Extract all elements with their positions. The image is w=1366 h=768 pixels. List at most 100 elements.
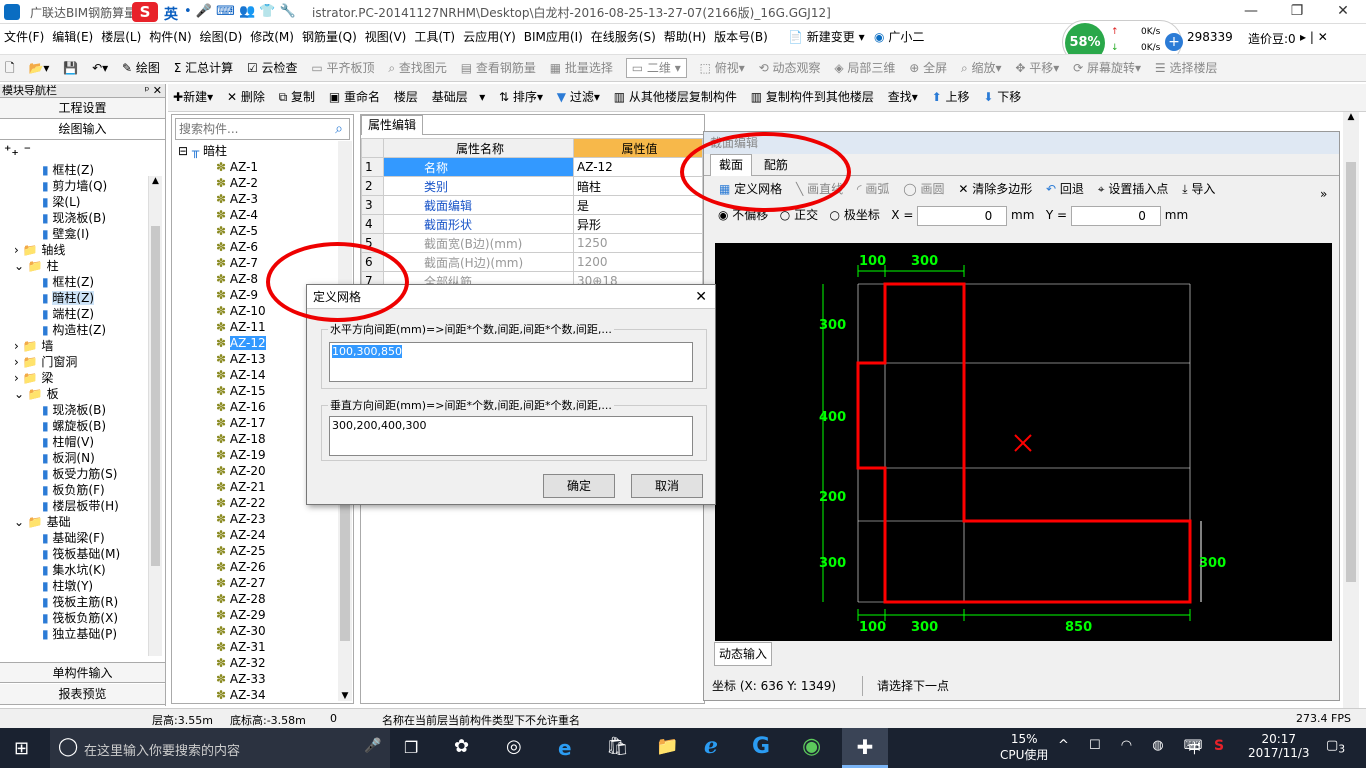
section-canvas[interactable]: 100 300 300 400 200 300 100 300 850 300	[715, 243, 1332, 641]
pinwheel-app-icon[interactable]: ✿	[454, 736, 469, 757]
component-item[interactable]: ✽ AZ-30	[172, 623, 353, 639]
nav-tree-item[interactable]: ▮ 基础梁(F)	[0, 530, 165, 546]
nav-tree-item[interactable]: ▮ 构造柱(Z)	[0, 322, 165, 338]
expand-icon[interactable]: ›	[14, 371, 23, 385]
clear-polygon-button[interactable]: ✕ 清除多边形	[953, 176, 1037, 202]
task-view-icon[interactable]: ❐	[404, 738, 418, 757]
import-button[interactable]: ⤓ 导入	[1177, 176, 1220, 202]
menu-extra-icons[interactable]: ▸ | ✕	[1300, 30, 1328, 44]
y-input[interactable]: 0	[1070, 205, 1161, 226]
batch-select-button[interactable]: ▦ 批量选择	[545, 55, 618, 81]
x-input[interactable]: 0	[917, 205, 1008, 226]
fullscreen-button[interactable]: ⊕ 全屏	[904, 55, 952, 81]
edge-browser-icon[interactable]: e	[558, 736, 572, 760]
property-value[interactable]: 是	[573, 195, 703, 215]
notification-center-icon[interactable]: ▢3	[1326, 738, 1345, 756]
file-explorer-icon[interactable]: 📁	[656, 736, 678, 757]
component-item[interactable]: ✽ AZ-29	[172, 607, 353, 623]
nav-tree-item[interactable]: ▮ 框柱(Z)	[0, 274, 165, 290]
nav-tree-item[interactable]: ▮ 梁(L)	[0, 194, 165, 210]
filter-button[interactable]: ▼ 过滤▾	[552, 84, 605, 110]
main-scroll-up-icon[interactable]: ▲	[1343, 112, 1359, 122]
copy-component-button[interactable]: ⧉ 复制	[274, 84, 320, 110]
component-item[interactable]: ✽ AZ-26	[172, 559, 353, 575]
nav-tree-item[interactable]: › 📁 轴线	[0, 242, 165, 258]
close-button[interactable]: ✕	[1320, 0, 1366, 24]
menu-item[interactable]: 在线服务(S)	[587, 24, 660, 50]
expand-icon[interactable]: ›	[14, 339, 23, 353]
plus-icon[interactable]: +	[1165, 33, 1183, 51]
maximize-button[interactable]: ❐	[1274, 0, 1320, 24]
nav-tree-item[interactable]: ▮ 板负筋(F)	[0, 482, 165, 498]
nav-tree-item[interactable]: › 📁 梁	[0, 370, 165, 386]
rename-button[interactable]: ▣ 重命名	[324, 84, 385, 110]
menu-item[interactable]: 文件(F)	[0, 24, 48, 50]
cancel-button[interactable]: 取消	[631, 474, 703, 498]
main-scrollbar[interactable]: ▲	[1343, 112, 1359, 708]
menu-item[interactable]: 视图(V)	[361, 24, 411, 50]
component-item[interactable]: ✽ AZ-34	[172, 687, 353, 703]
nav-tree-item[interactable]: ⌄ 📁 基础	[0, 514, 165, 530]
property-value[interactable]: 异形	[573, 214, 703, 234]
horizontal-spacing-input[interactable]: 100,300,850	[329, 342, 693, 382]
component-search[interactable]: ⌕	[175, 118, 350, 140]
menu-item[interactable]: 修改(M)	[246, 24, 298, 50]
vertical-spacing-input[interactable]: 300,200,400,300	[329, 416, 693, 456]
move-up-button[interactable]: ⬆ 上移	[927, 84, 975, 110]
zoom-button[interactable]: ⌕ 缩放▾	[956, 55, 1007, 81]
nav-tree-item[interactable]: ▮ 剪力墙(Q)	[0, 178, 165, 194]
pan-button[interactable]: ✥ 平移▾	[1010, 55, 1064, 81]
polar-radio[interactable]: ○ 极坐标	[830, 208, 880, 222]
sogou-tray-icon[interactable]: S	[1214, 738, 1224, 754]
copy-to-floor-button[interactable]: ▥ 复制构件到其他楼层	[746, 84, 879, 110]
select-floor-button[interactable]: ☰ 选择楼层	[1150, 55, 1223, 81]
rotate-button[interactable]: ⟳ 屏幕旋转▾	[1068, 55, 1146, 81]
flat-board-button[interactable]: ▭ 平齐板顶	[306, 55, 379, 81]
ie-browser-icon[interactable]: ℯ	[704, 734, 718, 759]
floor-select[interactable]: 基础层 ▾	[427, 84, 490, 110]
pin-icon[interactable]: ᵖ ✕	[145, 84, 165, 98]
menu-item[interactable]: 构件(N)	[145, 24, 195, 50]
component-item[interactable]: ✽ AZ-25	[172, 543, 353, 559]
sum-calc-button[interactable]: Σ 汇总计算	[169, 55, 238, 81]
menu-item[interactable]: 绘图(D)	[196, 24, 247, 50]
green-app-icon[interactable]: ◉	[802, 734, 821, 759]
delete-component-button[interactable]: ✕ 删除	[222, 84, 270, 110]
tab-property-edit[interactable]: 属性编辑	[361, 115, 424, 135]
menu-item[interactable]: 工具(T)	[410, 24, 459, 50]
expand-icon[interactable]: ⌄	[14, 387, 28, 401]
property-row[interactable]: 1 名称 AZ-12	[361, 157, 703, 177]
search-icon[interactable]: ⌕	[329, 121, 349, 137]
cloud-check-button[interactable]: ☑ 云检查	[242, 55, 303, 81]
component-scroll-down-icon[interactable]: ▼	[338, 691, 352, 701]
property-row[interactable]: 5 截面宽(B边)(mm) 1250	[361, 233, 703, 253]
find-button[interactable]: 查找▾	[883, 84, 923, 110]
component-item[interactable]: ✽ AZ-1	[172, 159, 353, 175]
nav-tree-item[interactable]: ▮ 框柱(Z)	[0, 162, 165, 178]
taskbar-search[interactable]: ◯ 在这里输入你要搜索的内容 🎤	[50, 728, 390, 768]
component-item[interactable]: ✽ AZ-3	[172, 191, 353, 207]
clock[interactable]: 20:17 2017/11/3	[1248, 732, 1310, 760]
store-icon[interactable]: 🛍	[606, 736, 629, 757]
nav-tree-item[interactable]: ▮ 筏板基础(M)	[0, 546, 165, 562]
set-insert-point-button[interactable]: ⌖ 设置插入点	[1093, 176, 1174, 202]
nav-tree-item[interactable]: ▮ 筏板负筋(X)	[0, 610, 165, 626]
property-value[interactable]: 1200	[573, 252, 703, 272]
nav-scrollbar[interactable]: ▲	[148, 176, 162, 656]
glodon-g-icon[interactable]: G	[752, 734, 770, 759]
ok-button[interactable]: 确定	[543, 474, 615, 498]
nav-tree-item[interactable]: ▮ 集水坑(K)	[0, 562, 165, 578]
expand-icon[interactable]: ›	[14, 243, 23, 257]
save-icon[interactable]: 💾	[58, 55, 83, 81]
new-change-button[interactable]: 📄 新建变更 ▾	[788, 28, 865, 45]
top-view-button[interactable]: ⬚ 俯视▾	[695, 55, 750, 81]
component-item[interactable]: ✽ AZ-32	[172, 655, 353, 671]
component-item[interactable]: ✽ AZ-27	[172, 575, 353, 591]
component-item[interactable]: ✽ AZ-4	[172, 207, 353, 223]
nav-tree-item[interactable]: ▮ 壁龛(I)	[0, 226, 165, 242]
component-item[interactable]: ✽ AZ-24	[172, 527, 353, 543]
nav-tree-item[interactable]: ⌄ 📁 板	[0, 386, 165, 402]
nav-tree-item[interactable]: › 📁 门窗洞	[0, 354, 165, 370]
section-toolbar-overflow-icon[interactable]: »	[1320, 187, 1327, 201]
nav-tree-item[interactable]: › 📁 墙	[0, 338, 165, 354]
